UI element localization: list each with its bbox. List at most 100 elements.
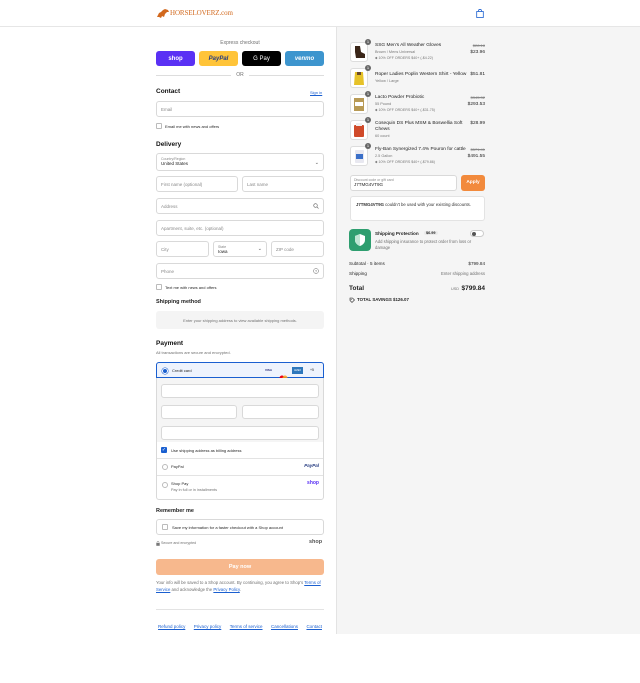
last-name-field[interactable]: Last name (242, 176, 324, 192)
subtotal-label: Subtotal · 5 items (349, 261, 385, 266)
amex-icon: AMEX (292, 367, 303, 374)
delivery-heading: Delivery (156, 141, 182, 148)
payment-subtitle: All transactions are secure and encrypte… (156, 350, 231, 355)
item-price: $491.55 (467, 154, 485, 159)
city-field[interactable]: City (156, 241, 209, 257)
cancellations-link[interactable]: Cancellations (271, 624, 298, 629)
card-name-field[interactable] (161, 426, 319, 440)
shop-pay-option[interactable]: Shop Pay Pay in full or in installments … (157, 476, 323, 499)
shop-pay-label: Shop Pay (171, 481, 189, 486)
shopping-bag-icon[interactable] (476, 9, 484, 18)
item-variant: 55 Pound (375, 102, 392, 106)
product-image (350, 68, 368, 88)
express-checkout-title: Express checkout (220, 40, 260, 46)
card-expiry-field[interactable] (161, 405, 237, 419)
discount-text: 10% OFF ORDERS $40+ (-$31.75) (378, 108, 435, 112)
chevron-down-icon: ⌄ (257, 246, 262, 252)
paypal-label: PayPal (171, 464, 184, 469)
shield-icon (349, 229, 371, 251)
paypal-radio[interactable] (162, 464, 168, 470)
address-field[interactable]: Address (156, 198, 324, 214)
venmo-express-button[interactable]: venmo (285, 51, 324, 66)
order-summary-panel (336, 27, 640, 634)
error-text: couldn't be used with your existing disc… (385, 202, 472, 207)
product-image (350, 42, 368, 62)
country-select[interactable]: Country/Region United States ⌄ (156, 153, 324, 171)
terms-pre: Your info will be saved to a Shop accoun… (156, 580, 304, 585)
cart-item: 1 SSG Men's All Weather Gloves Brown / M… (350, 39, 485, 64)
address-placeholder: Address (161, 204, 178, 209)
divider (156, 75, 231, 76)
shop-pay-express-button[interactable]: shop (156, 51, 195, 66)
billing-checkbox[interactable]: ✓ (161, 447, 167, 453)
country-value: United States (161, 161, 189, 166)
discount-code-value: J7TMG4VT9G (354, 182, 384, 187)
paypal-express-button[interactable]: PayPal (199, 51, 238, 66)
cart-item: 1 Roper Ladies Poplin Western Shirt - Ye… (350, 65, 485, 90)
item-name: SSG Men's All Weather Gloves (375, 43, 442, 48)
more-cards-badge: +5 (310, 368, 314, 372)
item-variant: 2.5 Gallon (375, 154, 393, 158)
product-image (350, 94, 368, 114)
search-icon (313, 203, 319, 209)
item-name: Roper Ladies Poplin Western Shirt - Yell… (375, 72, 467, 77)
remember-checkbox[interactable] (162, 524, 168, 530)
item-price: $51.81 (470, 72, 485, 77)
cart-item: 1 Lacto Powder Probiotic 55 Pound ⬥ 10% … (350, 91, 485, 116)
shop-pay-radio[interactable] (162, 482, 168, 488)
contact-link[interactable]: Contact (306, 624, 322, 629)
apply-button[interactable]: Apply (461, 175, 485, 191)
logo-text: HORSELOVERZ.com (170, 9, 233, 17)
horse-icon (157, 9, 169, 18)
state-select[interactable]: State Iowa ⌄ (213, 241, 267, 257)
phone-field[interactable]: Phone ? (156, 263, 324, 279)
shop-logo: shop (309, 539, 323, 545)
footer-links: Refund policy Privacy policy Terms of se… (156, 615, 324, 633)
total-label: Total (349, 285, 365, 292)
credit-card-radio[interactable] (162, 368, 168, 374)
or-divider: OR (236, 72, 244, 78)
secure-label: Secure and encrypted (161, 541, 197, 545)
remember-box: Save my information for a faster checkou… (156, 519, 324, 535)
subtotal-value: $799.84 (468, 261, 485, 266)
remember-heading: Remember me (156, 508, 194, 514)
state-value: Iowa (218, 249, 228, 254)
email-news-label: Email me with news and offers (165, 124, 220, 129)
email-field[interactable]: Email (156, 101, 324, 117)
credit-card-option[interactable]: Credit card VISA AMEX +5 (156, 362, 324, 381)
pay-now-button[interactable]: Pay now (156, 559, 324, 575)
savings-value: $126.07 (393, 297, 409, 302)
shop-pay-subtitle: Pay in full or in installments (171, 488, 218, 492)
apartment-field[interactable]: Apartment, suite, etc. (optional) (156, 220, 324, 236)
item-name: Fly-Ban Synergized 7.4% Pouron for cattl… (375, 147, 466, 152)
protection-price: $6.99 (424, 231, 438, 235)
protection-toggle[interactable] (470, 230, 484, 237)
card-number-field[interactable] (161, 384, 319, 398)
help-icon[interactable]: ? (313, 268, 319, 274)
gpay-label: G Pay (253, 55, 270, 62)
first-name-field[interactable]: First name (optional) (156, 176, 238, 192)
chevron-down-icon: ⌄ (314, 160, 319, 166)
text-news-checkbox[interactable] (156, 284, 162, 290)
toggle-knob (472, 232, 476, 236)
privacy-policy-footer-link[interactable]: Privacy policy (194, 624, 222, 629)
sign-in-link[interactable]: Sign in (310, 90, 322, 95)
privacy-policy-link[interactable]: Privacy Policy (213, 587, 239, 592)
item-variant: Brown / Mens Universal (375, 50, 416, 54)
savings-tag-icon (349, 297, 355, 303)
terms-of-service-footer-link[interactable]: Terms of service (230, 624, 263, 629)
card-cvv-field[interactable] (242, 405, 319, 419)
item-variant: 60 count (375, 134, 390, 138)
refund-policy-link[interactable]: Refund policy (158, 624, 185, 629)
discount-code-field[interactable]: Discount code or gift card J7TMG4VT9G (350, 175, 457, 191)
text-news-label: Text me with news and offers (165, 285, 217, 290)
credit-card-label: Credit card (172, 368, 192, 373)
email-news-checkbox[interactable] (156, 123, 162, 129)
store-logo[interactable]: HORSELOVERZ.com (156, 7, 233, 20)
paypal-option[interactable]: PayPal PayPal (157, 459, 323, 475)
phone-placeholder: Phone (161, 269, 175, 274)
gpay-express-button[interactable]: G Pay (242, 51, 281, 66)
shipping-value: Enter shipping address (441, 271, 485, 276)
zip-field[interactable]: ZIP code (271, 241, 324, 257)
item-name: Lacto Powder Probiotic (375, 95, 425, 100)
